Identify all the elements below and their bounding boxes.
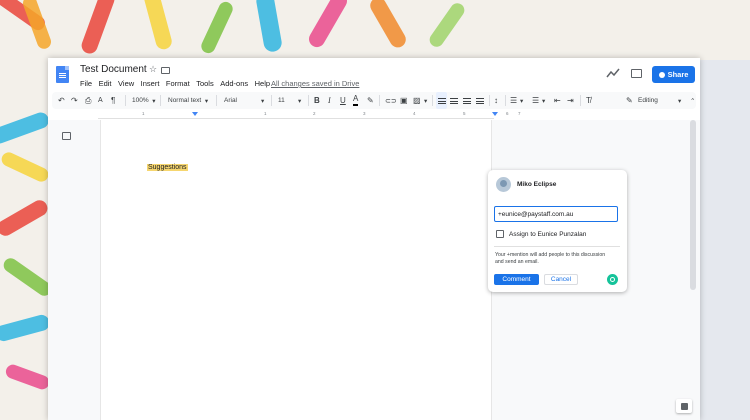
document-title[interactable]: Test Document (80, 64, 147, 75)
clear-formatting-icon[interactable]: T̸ (586, 92, 591, 109)
decrease-indent-icon[interactable]: ⇤ (554, 92, 561, 109)
text-color-icon[interactable]: A (353, 93, 359, 106)
menu-file[interactable]: File (80, 79, 92, 88)
align-left-icon[interactable] (436, 92, 447, 109)
menu-addons[interactable]: Add-ons (220, 79, 248, 88)
bulleted-list-arrow[interactable]: ▾ (542, 92, 545, 109)
save-status-link[interactable]: All changes saved in Drive (271, 79, 359, 88)
mention-note: Your +mention will add people to this di… (495, 252, 606, 265)
menu-insert[interactable]: Insert (141, 79, 160, 88)
font-size-select[interactable]: 11 (278, 92, 285, 109)
mode-dropdown-arrow[interactable]: ▾ (678, 92, 681, 109)
highlight-icon[interactable]: ✎ (367, 92, 374, 109)
left-indent-marker[interactable] (192, 112, 198, 116)
formatting-toolbar: ↶ ↷ ⎙ A ¶ 100% ▾ Normal text ▾ Arial ▾ 1… (52, 92, 696, 109)
menu-edit[interactable]: Edit (99, 79, 112, 88)
comment-card: Miko Eclipse Assign to Eunice Punzalan Y… (488, 170, 627, 292)
comment-input[interactable] (494, 206, 618, 222)
italic-icon[interactable]: I (328, 92, 331, 109)
menu-help[interactable]: Help (255, 79, 270, 88)
align-justify-icon[interactable] (476, 92, 484, 109)
right-indent-marker[interactable] (492, 112, 498, 116)
image-dropdown-arrow[interactable]: ▾ (424, 92, 427, 109)
docs-logo-icon[interactable] (56, 66, 69, 83)
pencil-icon: ✎ (626, 96, 633, 105)
bulleted-list-icon[interactable]: ☰ (532, 92, 539, 109)
font-size-arrow[interactable]: ▾ (298, 92, 301, 109)
avatar (496, 177, 511, 192)
assign-checkbox[interactable] (496, 230, 504, 238)
insert-image-icon[interactable]: ▨ (413, 92, 421, 109)
menu-bar: File Edit View Insert Format Tools Add-o… (80, 79, 277, 88)
spellcheck-icon[interactable]: A (98, 92, 103, 109)
horizontal-ruler[interactable]: 1 1 2 3 4 5 6 7 (98, 111, 521, 119)
person-icon (658, 71, 665, 78)
share-label: Share (667, 70, 689, 79)
menu-tools[interactable]: Tools (196, 79, 214, 88)
undo-icon[interactable]: ↶ (58, 92, 65, 109)
docs-window: Test Document ☆ File Edit View Insert Fo… (48, 58, 700, 420)
numbered-list-arrow[interactable]: ▾ (520, 92, 523, 109)
explore-icon (680, 402, 688, 410)
font-select[interactable]: Arial (224, 92, 237, 109)
grammarly-icon[interactable] (607, 274, 618, 285)
activity-trend-icon[interactable] (606, 68, 620, 78)
editing-mode-select[interactable]: Editing (638, 92, 658, 109)
zoom-select[interactable]: 100% ▾ (132, 92, 156, 109)
share-button[interactable]: Share (652, 66, 695, 83)
comment-history-icon[interactable] (631, 69, 642, 78)
explore-button[interactable] (676, 399, 692, 413)
align-right-icon[interactable] (463, 92, 471, 109)
comment-author: Miko Eclipse (517, 181, 557, 188)
numbered-list-icon[interactable]: ☰ (510, 92, 517, 109)
underline-icon[interactable]: U (340, 92, 346, 109)
document-page[interactable]: Suggestions (100, 120, 492, 420)
paint-format-icon[interactable]: ¶ (111, 92, 115, 109)
align-center-icon[interactable] (450, 92, 458, 109)
line-spacing-icon[interactable]: ↕ (494, 92, 498, 109)
document-outline-icon[interactable] (62, 132, 71, 140)
divider (494, 246, 620, 247)
cancel-button[interactable]: Cancel (544, 274, 578, 285)
assign-label: Assign to Eunice Punzalan (509, 230, 587, 238)
highlighted-text[interactable]: Suggestions (147, 164, 188, 171)
bold-icon[interactable]: B (314, 92, 320, 109)
print-icon[interactable]: ⎙ (85, 92, 91, 109)
redo-icon[interactable]: ↷ (71, 92, 78, 109)
comment-button[interactable]: Comment (494, 274, 539, 285)
style-select[interactable]: Normal text ▾ (168, 92, 208, 109)
menu-format[interactable]: Format (166, 79, 190, 88)
increase-indent-icon[interactable]: ⇥ (567, 92, 574, 109)
vertical-scrollbar[interactable] (690, 120, 696, 290)
menu-view[interactable]: View (118, 79, 134, 88)
font-dropdown-arrow[interactable]: ▾ (261, 92, 264, 109)
document-canvas: Suggestions Miko Eclipse Assign to Eunic… (48, 120, 700, 420)
collapse-menu-icon[interactable]: ⌃ (690, 92, 695, 109)
assign-row[interactable]: Assign to Eunice Punzalan (496, 230, 586, 238)
star-icon[interactable]: ☆ (149, 64, 157, 75)
title-bar: Test Document ☆ File Edit View Insert Fo… (48, 58, 700, 90)
insert-comment-icon[interactable]: ▣ (400, 92, 408, 109)
move-folder-icon[interactable] (161, 67, 170, 74)
link-icon[interactable]: ⊂⊃ (385, 92, 397, 109)
